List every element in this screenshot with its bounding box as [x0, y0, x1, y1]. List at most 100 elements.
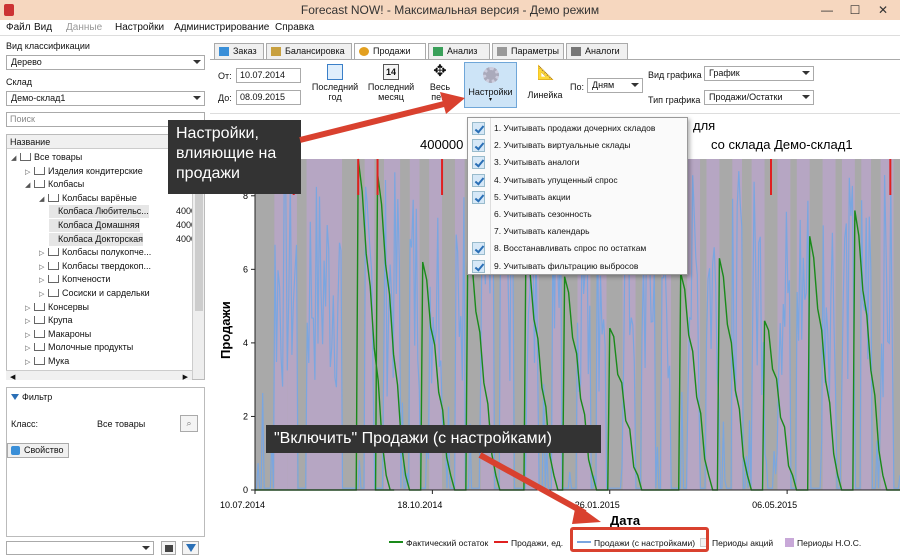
expand-icon[interactable]: ▷ [39, 288, 48, 301]
menu-file[interactable]: Файл [6, 22, 31, 33]
chart-view-select[interactable]: График [704, 66, 814, 81]
tree-hscrollbar[interactable]: ◀ ▶ [6, 370, 192, 381]
tree-item[interactable]: ▷ Сосиски и сардельки [39, 287, 150, 300]
tree-item[interactable]: Колбаса Любительс... 4000 [49, 205, 196, 219]
warehouse-value: Демо-склад1 [11, 93, 66, 103]
menu-settings[interactable]: Настройки [115, 22, 164, 33]
expand-icon[interactable]: ▷ [25, 302, 34, 315]
settings-menu-item[interactable]: 8. Восстанавливать спрос по остаткам [468, 240, 687, 257]
settings-button[interactable]: Настройки ▾ [464, 62, 517, 108]
tree-item-label: Колбасы варёные [62, 192, 137, 203]
last-month-label: Последний [367, 82, 415, 92]
cart-icon [48, 261, 59, 270]
last-month-label-2: месяц [378, 92, 404, 102]
expand-icon[interactable]: ▷ [25, 342, 34, 355]
tree-item[interactable]: ▷ Колбасы твердокоп... [39, 260, 151, 273]
settings-menu-item-label: 4. Учитывать упущенный спрос [494, 174, 618, 185]
settings-menu-item[interactable]: 4. Учитывать упущенный спрос [468, 172, 687, 189]
tab-order[interactable]: Заказ [214, 43, 264, 59]
chart-type-select[interactable]: Продажи/Остатки [704, 90, 814, 105]
scroll-right-icon[interactable]: ▶ [183, 373, 188, 381]
tree-item[interactable]: ▷ Макароны [25, 328, 91, 341]
legend-stock[interactable]: Фактический остаток [389, 537, 488, 549]
minimize-button[interactable]: — [814, 0, 840, 20]
save-icon[interactable] [161, 541, 176, 555]
collapse-icon[interactable]: ◢ [39, 193, 48, 206]
settings-menu-item[interactable]: 5. Учитывать акции [468, 189, 687, 206]
legend-sales[interactable]: Продажи, ед. [494, 537, 563, 549]
tree-item[interactable]: ▷ Консервы [25, 301, 89, 314]
expand-icon[interactable]: ▷ [39, 247, 48, 260]
ruler-button[interactable]: 📐 Линейка [522, 64, 568, 100]
classification-select[interactable]: Дерево [6, 55, 205, 70]
scroll-left-icon[interactable]: ◀ [10, 373, 15, 381]
menu-help[interactable]: Справка [275, 22, 314, 33]
preset-select[interactable] [6, 541, 154, 555]
last-year-button[interactable]: Последний год [310, 64, 360, 102]
settings-dropdown-menu[interactable]: 1. Учитывать продажи дочерних складов 2. … [467, 117, 688, 275]
filter-panel: Фильтр Класс: Все товары ⌕ Свойство [6, 387, 205, 537]
property-button[interactable]: Свойство [7, 443, 69, 458]
menu-data[interactable]: Данные [66, 22, 102, 33]
tree-item[interactable]: ▷ Копчености [39, 273, 110, 286]
tab-analysis[interactable]: Анализ [428, 43, 490, 59]
settings-menu-item[interactable]: 9. Учитывать фильтрацию выбросов [468, 258, 687, 275]
expand-icon[interactable]: ▷ [39, 274, 48, 287]
x-axis-label: Дата [610, 513, 641, 528]
scroll-thumb[interactable] [195, 193, 203, 311]
y-tick-label: 4 [243, 338, 248, 348]
cart-icon [48, 248, 59, 257]
period-select[interactable]: Дням [587, 78, 643, 93]
move-arrows-icon: ✥ [433, 63, 447, 80]
tree-item[interactable]: ▷ Колбасы полукопче... [39, 246, 151, 259]
close-button[interactable]: ✕ [870, 0, 896, 20]
tree-item[interactable]: ◢ Колбасы варёные [39, 192, 137, 205]
tree-header[interactable]: Название [7, 135, 193, 149]
settings-menu-item[interactable]: 1. Учитывать продажи дочерних складов [468, 120, 687, 137]
legend-nos-periods[interactable]: Периоды Н.О.С. [785, 537, 861, 549]
expand-icon[interactable]: ▷ [39, 261, 48, 274]
settings-menu-item[interactable]: 6. Учитывать сезонность [468, 206, 687, 223]
clear-filter-icon[interactable] [182, 541, 199, 555]
legend-label: Продажи, ед. [511, 538, 564, 548]
tree-item[interactable]: ▷ Изделия кондитерские [25, 165, 143, 178]
tree-item[interactable]: Колбаса Докторская 4000 [49, 232, 196, 246]
tab-sales[interactable]: Продажи [354, 43, 426, 60]
date-from-input[interactable]: 10.07.2014 [236, 68, 301, 83]
filter-title: Фильтр [22, 392, 53, 402]
cart-icon [34, 316, 45, 325]
collapse-icon[interactable]: ◢ [25, 179, 34, 192]
tree-item[interactable]: ◢ Все товары [11, 151, 82, 164]
legend-promo-periods[interactable]: Периоды акций [700, 537, 773, 549]
maximize-button[interactable]: ☐ [842, 0, 868, 20]
date-to-input[interactable]: 08.09.2015 [236, 90, 301, 105]
expand-icon[interactable]: ▷ [25, 329, 34, 342]
search-icon[interactable]: ⌕ [180, 415, 198, 432]
tab-balancing[interactable]: Балансировка [266, 43, 352, 59]
expand-icon[interactable]: ▷ [25, 166, 34, 179]
expand-icon[interactable]: ▷ [25, 356, 34, 369]
tab-analogs[interactable]: Аналоги [566, 43, 628, 59]
tree-item[interactable]: ▷ Крупа [25, 314, 73, 327]
menu-view[interactable]: Вид [34, 22, 52, 33]
tree-item[interactable]: ▷ Мука [25, 355, 69, 368]
tree-item[interactable]: Колбаса Домашняя 4000 [49, 219, 196, 232]
class-value[interactable]: Все товары [97, 419, 145, 429]
tree-item[interactable]: ▷ Молочные продукты [25, 341, 133, 354]
settings-menu-item[interactable]: 3. Учитывать аналоги [468, 154, 687, 171]
warehouse-select[interactable]: Демо-склад1 [6, 91, 205, 106]
cart-icon [34, 357, 45, 365]
all-period-button[interactable]: ✥ Весь пе... [420, 63, 460, 103]
tab-parameters[interactable]: Параметры [492, 43, 564, 59]
collapse-icon[interactable]: ◢ [11, 152, 20, 165]
last-month-button[interactable]: 14 Последний месяц [366, 64, 416, 102]
cart-icon [34, 180, 45, 189]
app-icon [4, 4, 14, 16]
tree-item[interactable]: ◢ Колбасы [25, 178, 84, 191]
settings-menu-item-label: 9. Учитывать фильтрацию выбросов [494, 260, 639, 271]
menu-admin[interactable]: Администрирование [174, 22, 269, 33]
settings-menu-item[interactable]: 2. Учитывать виртуальные склады [468, 137, 687, 154]
expand-icon[interactable]: ▷ [25, 315, 34, 328]
settings-menu-item[interactable]: 7. Учитывать календарь [468, 223, 687, 240]
window-title: Forecast NOW! - Максимальная версия - Де… [300, 3, 600, 17]
